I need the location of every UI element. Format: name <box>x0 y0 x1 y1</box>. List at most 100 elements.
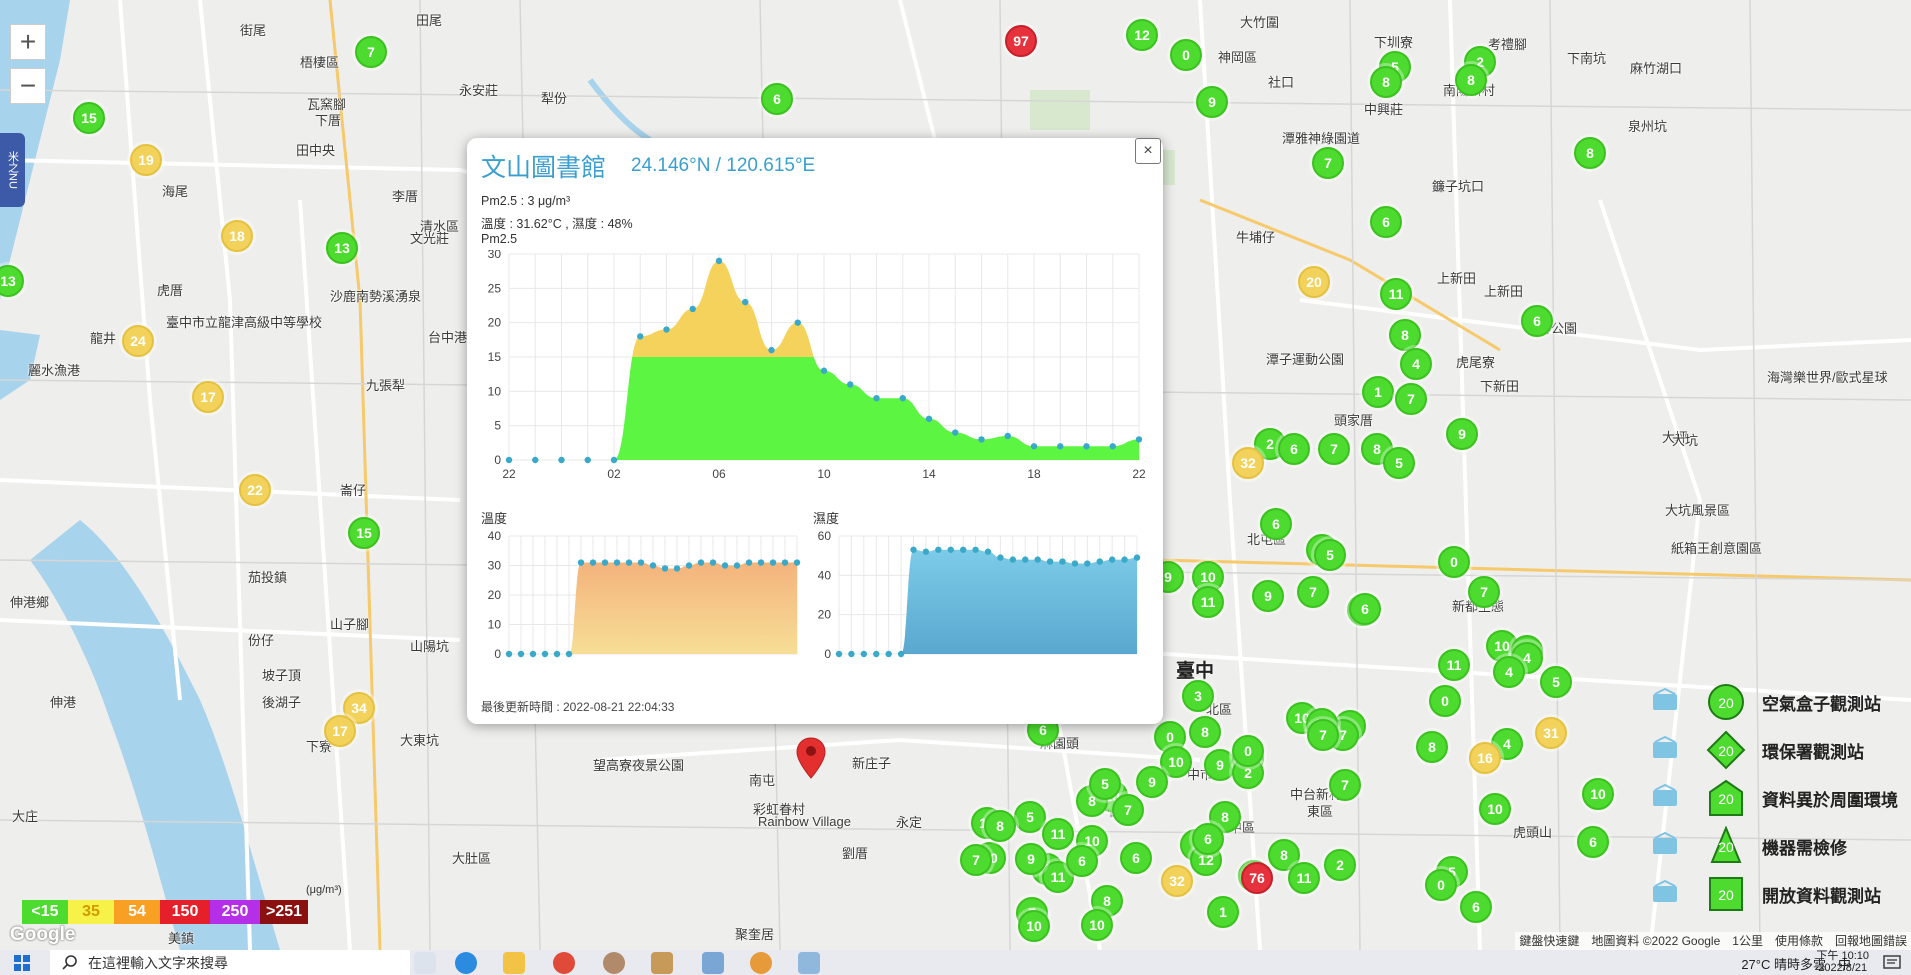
weather-status[interactable]: 27°C 晴時多雲 <box>1741 954 1826 973</box>
station-marker[interactable]: 7 <box>1307 719 1339 751</box>
station-marker[interactable]: 9 <box>1196 86 1228 118</box>
taskbar-search-box[interactable]: 在這裡輸入文字來搜尋 <box>50 950 410 975</box>
station-marker[interactable]: 6 <box>1066 845 1098 877</box>
station-marker[interactable]: 9 <box>1136 766 1168 798</box>
station-marker[interactable]: 7 <box>1318 433 1350 465</box>
station-marker[interactable]: 11 <box>1288 862 1320 894</box>
station-marker[interactable]: 15 <box>73 102 105 134</box>
station-marker[interactable]: 76 <box>1241 862 1273 894</box>
station-marker[interactable]: 6 <box>1278 433 1310 465</box>
station-marker[interactable]: 10 <box>1081 909 1113 941</box>
station-marker[interactable]: 9 <box>1252 580 1284 612</box>
station-marker[interactable]: 1 <box>1207 896 1239 928</box>
station-marker[interactable]: 11 <box>1042 818 1074 850</box>
station-marker[interactable]: 17 <box>324 715 356 747</box>
station-marker[interactable]: 10 <box>1582 778 1614 810</box>
terms-link[interactable]: 使用條款 <box>1775 932 1823 950</box>
station-marker[interactable]: 4 <box>1400 348 1432 380</box>
station-marker[interactable]: 7 <box>1468 576 1500 608</box>
station-marker[interactable]: 2 <box>1324 849 1356 881</box>
station-marker[interactable]: 9 <box>1015 843 1047 875</box>
station-marker[interactable]: 5 <box>1314 539 1346 571</box>
edge-browser-icon[interactable] <box>455 952 477 974</box>
station-marker[interactable]: 5 <box>1540 666 1572 698</box>
station-marker[interactable]: 6 <box>1192 823 1224 855</box>
zoom-in-button[interactable]: + <box>10 24 46 60</box>
station-marker[interactable]: 13 <box>326 232 358 264</box>
station-marker[interactable]: 6 <box>1460 891 1492 923</box>
app-icon-1[interactable] <box>603 952 625 974</box>
station-marker[interactable]: 0 <box>1232 735 1264 767</box>
blender-icon[interactable] <box>750 952 772 974</box>
keyboard-shortcuts-link[interactable]: 鍵盤快速鍵 <box>1519 932 1579 950</box>
taskbar-clock[interactable]: 下午 10:10 2022/8/21 <box>1816 950 1869 974</box>
station-marker[interactable]: 8 <box>1370 66 1402 98</box>
station-marker[interactable]: 16 <box>1469 742 1501 774</box>
station-marker[interactable]: 17 <box>192 381 224 413</box>
station-marker[interactable]: 0 <box>1425 869 1457 901</box>
station-marker[interactable]: 7 <box>1395 383 1427 415</box>
zoom-out-button[interactable]: − <box>10 68 46 104</box>
app-icon-4[interactable] <box>798 952 820 974</box>
station-marker[interactable]: 7 <box>1329 769 1361 801</box>
close-icon[interactable]: × <box>1135 138 1161 164</box>
station-marker[interactable]: 9 <box>1446 418 1478 450</box>
selected-location-pin-icon[interactable] <box>796 736 826 780</box>
file-explorer-icon[interactable] <box>503 952 525 974</box>
station-marker[interactable]: 6 <box>1260 508 1292 540</box>
station-marker[interactable]: 7 <box>1112 794 1144 826</box>
station-marker[interactable]: 8 <box>984 810 1016 842</box>
station-marker[interactable]: 7 <box>1312 147 1344 179</box>
station-marker[interactable]: 6 <box>1370 206 1402 238</box>
station-marker[interactable]: 0 <box>1438 546 1470 578</box>
map-canvas[interactable]: 田尾 梧棲區 街尾 永安莊 犁份 瓦窯腳 下厝 田中央 李厝 清水區 海尾 文光莊 虎厝 沙鹿南勢溪湧泉龍… <box>0 0 1911 950</box>
windows-start-icon[interactable] <box>14 955 30 971</box>
station-marker[interactable]: 6 <box>1120 842 1152 874</box>
station-marker[interactable]: 8 <box>1389 319 1421 351</box>
station-marker[interactable]: 0 <box>1429 685 1461 717</box>
station-marker[interactable]: 10 <box>1018 910 1050 942</box>
station-marker[interactable]: 6 <box>1521 305 1553 337</box>
station-marker[interactable]: 11 <box>1380 278 1412 310</box>
task-view-icon[interactable] <box>414 952 436 974</box>
report-error-link[interactable]: 回報地圖錯誤 <box>1835 932 1907 950</box>
station-marker[interactable]: 1 <box>1362 376 1394 408</box>
station-marker[interactable]: 32 <box>1232 447 1264 479</box>
notification-icon[interactable] <box>1883 955 1901 971</box>
station-marker[interactable]: 11 <box>1192 586 1224 618</box>
station-marker[interactable]: 19 <box>130 144 162 176</box>
station-marker[interactable]: 6 <box>761 83 793 115</box>
app-icon-3[interactable] <box>702 952 724 974</box>
station-marker[interactable]: 3 <box>1182 680 1214 712</box>
station-marker[interactable]: 12 <box>1126 19 1158 51</box>
station-marker[interactable]: 15 <box>348 517 380 549</box>
station-marker[interactable]: 10 <box>1479 793 1511 825</box>
station-marker[interactable]: 6 <box>1349 593 1381 625</box>
map-scale[interactable]: 1公里 <box>1732 932 1763 950</box>
station-marker[interactable]: 4 <box>1493 656 1525 688</box>
station-marker[interactable]: 24 <box>122 325 154 357</box>
station-marker[interactable]: 8 <box>1416 731 1448 763</box>
station-marker[interactable]: 5 <box>1014 801 1046 833</box>
station-marker[interactable]: 0 <box>1170 39 1202 71</box>
station-marker[interactable]: 5 <box>1089 768 1121 800</box>
station-marker[interactable]: 20 <box>1298 266 1330 298</box>
app-icon-2[interactable] <box>651 952 673 974</box>
station-marker[interactable]: 18 <box>221 220 253 252</box>
station-marker[interactable]: 97 <box>1005 25 1037 57</box>
station-marker[interactable]: 5 <box>1383 447 1415 479</box>
station-marker[interactable]: 8 <box>1455 64 1487 96</box>
station-marker[interactable]: 7 <box>1297 576 1329 608</box>
chrome-icon[interactable] <box>553 952 575 974</box>
station-marker[interactable]: 7 <box>355 36 387 68</box>
side-panel-tab[interactable]: 米之NU <box>0 133 25 207</box>
station-marker[interactable]: 8 <box>1189 716 1221 748</box>
station-marker[interactable]: 31 <box>1535 717 1567 749</box>
station-marker[interactable]: 6 <box>1577 826 1609 858</box>
station-marker[interactable]: 32 <box>1161 865 1193 897</box>
station-marker[interactable]: 11 <box>1438 649 1470 681</box>
station-marker[interactable]: 9 <box>1204 749 1236 781</box>
station-marker[interactable]: 8 <box>1574 137 1606 169</box>
station-marker[interactable]: 7 <box>960 844 992 876</box>
station-marker[interactable]: 22 <box>239 474 271 506</box>
